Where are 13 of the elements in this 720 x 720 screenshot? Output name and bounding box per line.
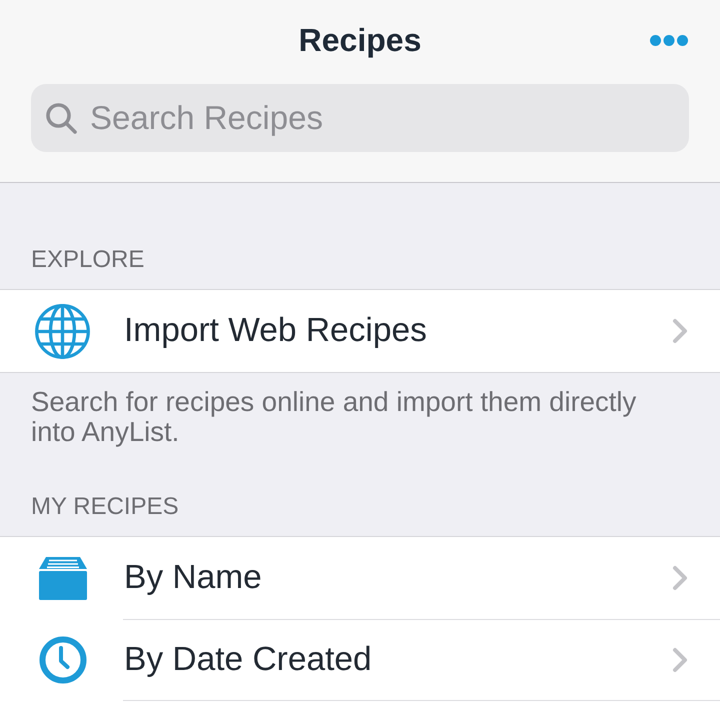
chevron-icon — [672, 565, 688, 591]
drawer-icon — [38, 556, 86, 600]
search-field[interactable]: Search Recipes — [31, 84, 689, 152]
chevron-icon — [672, 318, 688, 344]
chevron-icon — [672, 647, 688, 673]
more-icon[interactable] — [650, 34, 688, 46]
clock-icon — [38, 636, 86, 684]
section-header: MY RECIPES — [31, 493, 179, 520]
globe-icon — [35, 304, 90, 358]
page-title: Recipes — [298, 21, 422, 59]
section-header: EXPLORE — [31, 246, 144, 273]
section-footer-text: Search for recipes online and import them directly into AnyList. — [30, 385, 638, 447]
search-icon — [46, 103, 77, 134]
